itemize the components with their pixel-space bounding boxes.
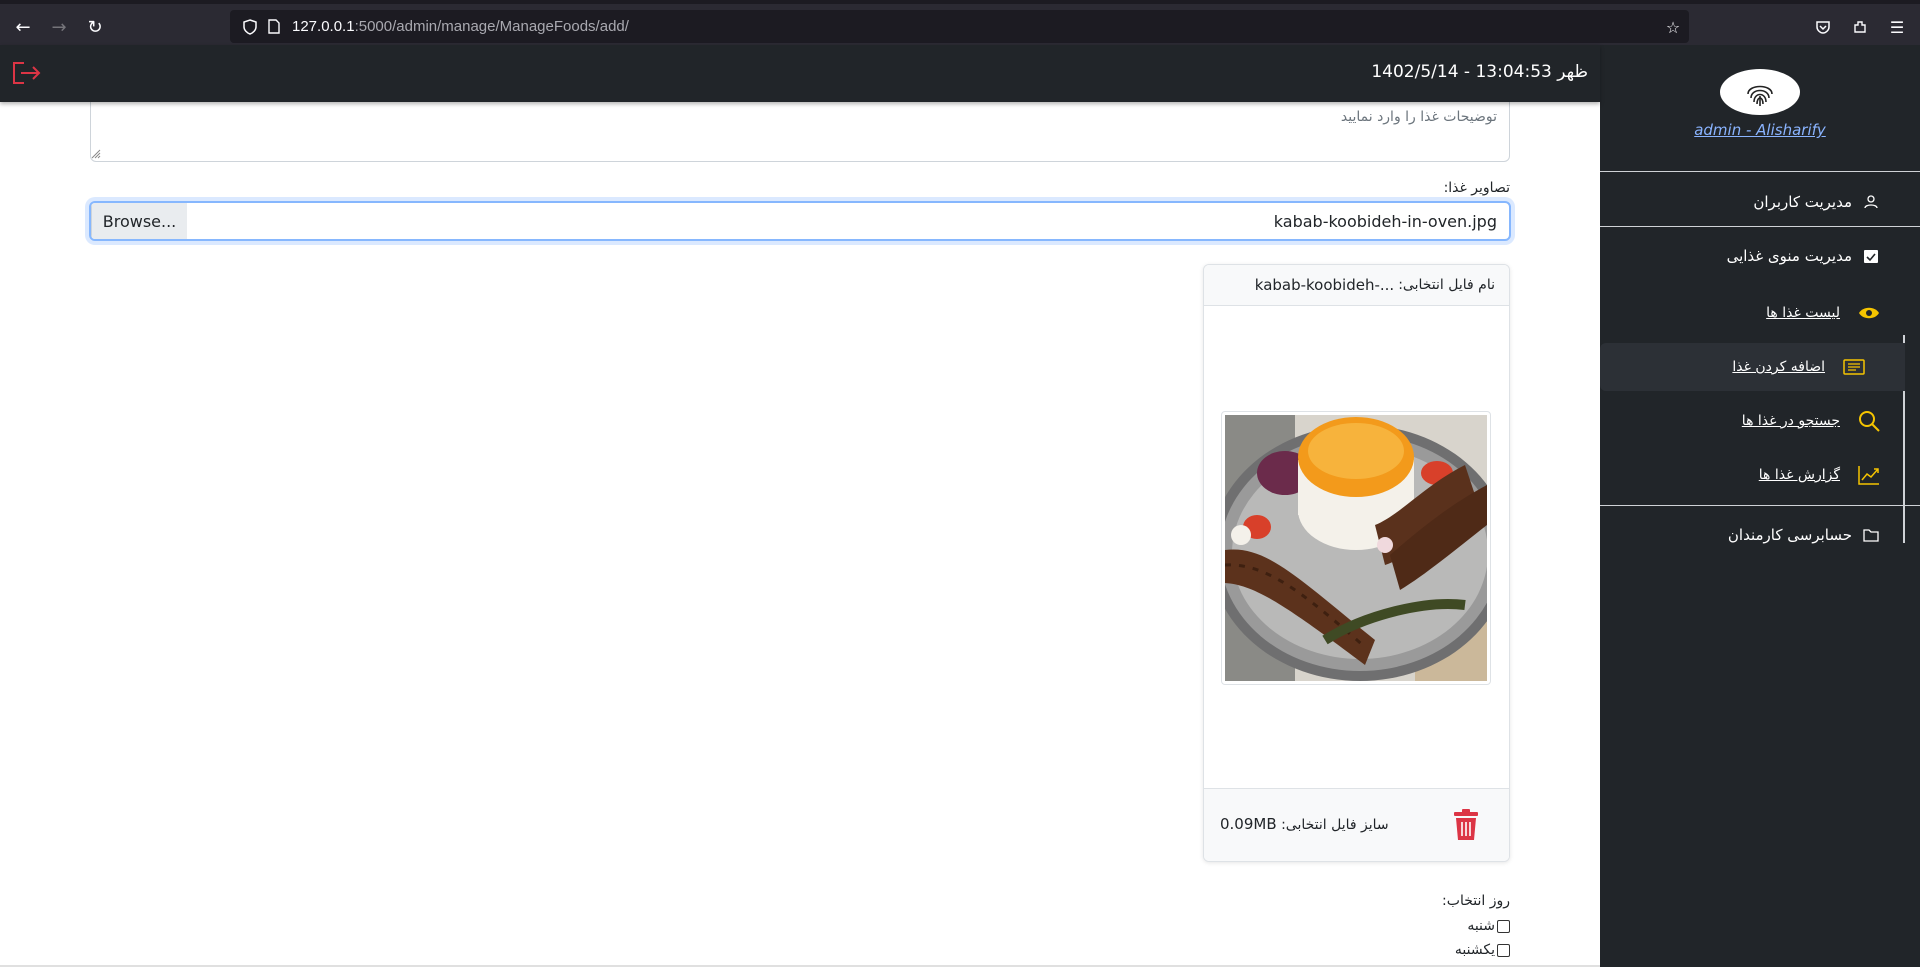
sidebar-item-employee-audit[interactable]: حسابرسی کارمندان — [1600, 515, 1920, 555]
forward-icon[interactable]: → — [46, 14, 72, 40]
app-header: ظهر 13:04:53 - 1402/5/14 — [0, 45, 1600, 102]
reload-icon[interactable]: ↻ — [82, 14, 108, 40]
list-card-icon — [1843, 356, 1865, 378]
url-text: 127.0.0.1:5000/admin/manage/ManageFoods/… — [292, 18, 629, 35]
days-label: روز انتخاب: — [1442, 893, 1510, 909]
pocket-icon[interactable] — [1810, 14, 1836, 40]
sidebar: admin - Alisharify مدیریت کاربران مدیریت… — [1600, 45, 1920, 967]
file-size-value: 0.09MB — [1220, 815, 1277, 833]
folder-icon — [1862, 526, 1880, 544]
image-preview-card: نام فایل انتخابی: kabab-koobideh-... سای… — [1203, 264, 1510, 862]
shield-icon[interactable] — [238, 15, 262, 39]
image-file-input[interactable]: kabab-koobideh-in-oven.jpg Browse... — [89, 201, 1511, 241]
page-icon — [262, 15, 286, 39]
resize-grip-icon[interactable] — [91, 149, 101, 159]
description-textarea[interactable]: توضیحات غذا را وارد نمایید — [90, 102, 1510, 162]
clock-text: ظهر 13:04:53 - 1402/5/14 — [1371, 62, 1588, 82]
images-label: تصاویر غذا: — [1443, 180, 1510, 196]
file-name-value: kabab-koobideh-... — [1254, 276, 1395, 294]
logo — [1720, 69, 1800, 115]
sidebar-subitem-food-list[interactable]: لیست غذا ها — [1615, 289, 1920, 337]
user-icon — [1862, 193, 1880, 211]
sidebar-subitem-search-food[interactable]: جستجو در غذا ها — [1615, 397, 1920, 445]
preview-card-footer: سایز فایل انتخابی: 0.09MB — [1204, 788, 1509, 861]
logout-icon[interactable] — [10, 59, 42, 87]
day-label: شنبه — [1467, 918, 1495, 934]
preview-card-header: نام فایل انتخابی: kabab-koobideh-... — [1204, 265, 1509, 306]
calendar-check-icon — [1862, 247, 1880, 265]
day-checkbox[interactable] — [1497, 919, 1510, 933]
file-size-label: سایز فایل انتخابی: — [1281, 817, 1389, 833]
fingerprint-logo-icon — [1747, 85, 1773, 106]
divider — [1600, 171, 1920, 172]
sidebar-subitem-label: گزارش غذا ها — [1758, 467, 1840, 483]
day-option-sunday[interactable]: یکشنبه — [1442, 938, 1510, 962]
sidebar-item-label: مدیریت منوی غذایی — [1726, 247, 1852, 265]
sidebar-subitem-add-food[interactable]: اضافه کردن غذا — [1600, 343, 1905, 391]
browser-toolbar: ← → ↻ 127.0.0.1:5000/admin/manage/Manage… — [0, 0, 1920, 45]
file-name-label: نام فایل انتخابی: — [1398, 277, 1495, 293]
day-checkbox[interactable] — [1497, 943, 1510, 957]
sidebar-item-label: مدیریت کاربران — [1753, 193, 1852, 211]
day-label: یکشنبه — [1454, 942, 1495, 958]
main-content: توضیحات غذا را وارد نمایید تصاویر غذا: k… — [0, 102, 1600, 967]
sidebar-subitem-label: جستجو در غذا ها — [1741, 413, 1840, 429]
sidebar-item-food-menu[interactable]: مدیریت منوی غذایی — [1600, 236, 1920, 276]
bookmark-star-icon[interactable]: ☆ — [1660, 14, 1686, 40]
trash-icon[interactable] — [1452, 809, 1480, 841]
user-name-link[interactable]: admin - Alisharify — [1600, 121, 1920, 139]
sidebar-item-users[interactable]: مدیریت کاربران — [1600, 182, 1920, 222]
chart-icon — [1858, 464, 1880, 486]
day-option-saturday[interactable]: شنبه — [1442, 914, 1510, 938]
browse-button[interactable]: Browse... — [91, 203, 187, 239]
eye-icon — [1858, 302, 1880, 324]
food-image — [1210, 411, 1509, 685]
divider — [1600, 226, 1920, 227]
selected-file-name: kabab-koobideh-in-oven.jpg — [1273, 211, 1497, 231]
url-bar[interactable]: 127.0.0.1:5000/admin/manage/ManageFoods/… — [230, 10, 1689, 43]
back-icon[interactable]: ← — [10, 14, 36, 40]
days-section: روز انتخاب: شنبه یکشنبه — [1442, 888, 1510, 962]
kabab-plate-image — [1210, 415, 1509, 681]
description-placeholder: توضیحات غذا را وارد نمایید — [1340, 109, 1497, 125]
sidebar-subitem-label: لیست غذا ها — [1766, 305, 1840, 321]
sidebar-subitem-food-report[interactable]: گزارش غذا ها — [1615, 451, 1920, 499]
sidebar-subitem-label: اضافه کردن غذا — [1732, 359, 1825, 375]
sidebar-item-label: حسابرسی کارمندان — [1727, 526, 1852, 544]
menu-icon[interactable]: ☰ — [1884, 14, 1910, 40]
search-icon — [1858, 410, 1880, 432]
file-size-text: سایز فایل انتخابی: 0.09MB — [1220, 815, 1389, 833]
extensions-icon[interactable] — [1847, 14, 1873, 40]
divider — [1600, 505, 1920, 506]
